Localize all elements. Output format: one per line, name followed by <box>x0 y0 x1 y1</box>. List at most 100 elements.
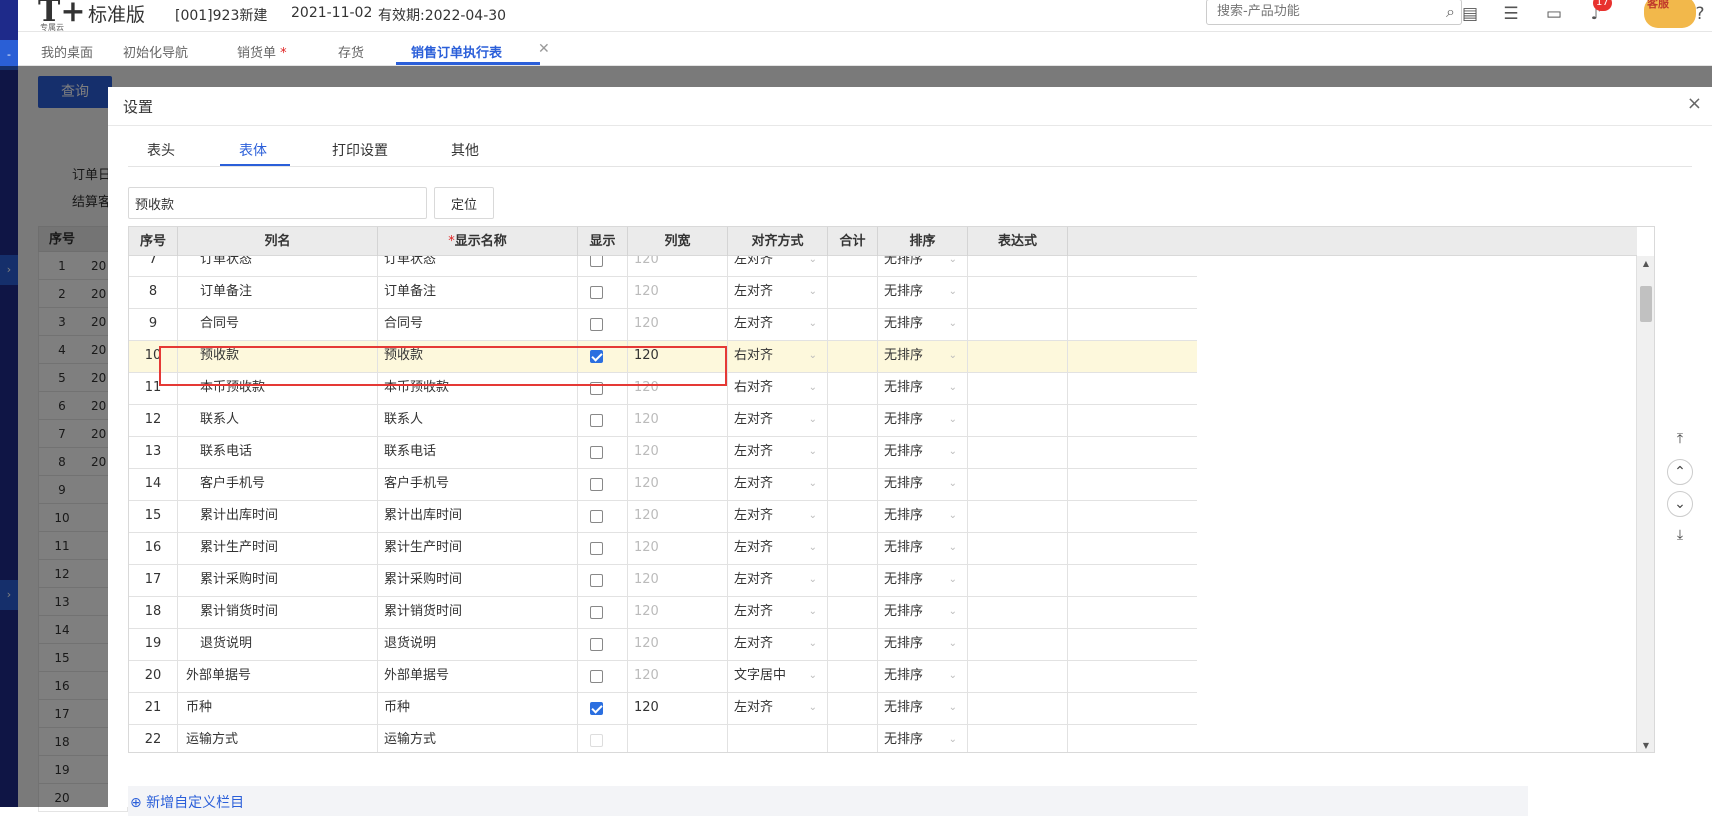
align-select[interactable]: 右对齐 ⌄ <box>728 373 828 405</box>
table-row[interactable]: 22 运输方式 运输方式 无排序 ⌄ <box>129 725 1197 752</box>
help-icon[interactable]: ? <box>1688 2 1712 26</box>
grid-scrollbar[interactable]: ▲ ▼ <box>1636 256 1654 752</box>
locate-button[interactable]: 定位 <box>434 187 494 219</box>
cell-expression[interactable] <box>968 309 1068 341</box>
align-select[interactable]: 左对齐 ⌄ <box>728 597 828 629</box>
cell-sum[interactable] <box>828 405 878 437</box>
cell-sum[interactable] <box>828 501 878 533</box>
cell-expression[interactable] <box>968 277 1068 309</box>
table-row[interactable]: 12 联系人 联系人 120 左对齐 ⌄ 无排序 ⌄ <box>129 405 1197 437</box>
cell-display-name[interactable]: 订单备注 <box>378 277 578 309</box>
show-checkbox[interactable] <box>590 670 603 683</box>
cell-display-name[interactable]: 联系电话 <box>378 437 578 469</box>
cell-display-name[interactable]: 客户手机号 <box>378 469 578 501</box>
cell-sum[interactable] <box>828 309 878 341</box>
show-checkbox[interactable] <box>590 286 603 299</box>
cell-width[interactable]: 120 <box>628 501 728 533</box>
scroll-up-arrow-icon[interactable]: ▲ <box>1637 259 1654 268</box>
table-row[interactable]: 21 币种 币种 120 左对齐 ⌄ 无排序 ⌄ <box>129 693 1197 725</box>
chevron-down-icon[interactable]: ⌄ <box>949 693 957 723</box>
cell-display-name[interactable]: 累计出库时间 <box>378 501 578 533</box>
cell-show[interactable] <box>578 693 628 725</box>
checklist-icon[interactable]: ☰ <box>1499 2 1523 26</box>
sort-select[interactable]: 无排序 ⌄ <box>878 437 968 469</box>
sort-select[interactable]: 无排序 ⌄ <box>878 469 968 501</box>
chevron-down-icon[interactable]: ⌄ <box>949 309 957 339</box>
cell-sum[interactable] <box>828 533 878 565</box>
chevron-down-icon[interactable]: ⌄ <box>809 341 817 371</box>
show-checkbox[interactable] <box>590 318 603 331</box>
scroll-thumb[interactable] <box>1640 286 1652 322</box>
align-select[interactable]: 左对齐 ⌄ <box>728 256 828 277</box>
cell-show[interactable] <box>578 725 628 752</box>
align-select[interactable]: 左对齐 ⌄ <box>728 629 828 661</box>
chevron-down-icon[interactable]: ⌄ <box>809 565 817 595</box>
chevron-down-icon[interactable]: ⌄ <box>949 725 957 752</box>
cell-sum[interactable] <box>828 597 878 629</box>
table-row[interactable]: 16 累计生产时间 累计生产时间 120 左对齐 ⌄ 无排序 ⌄ <box>129 533 1197 565</box>
cell-expression[interactable] <box>968 341 1068 373</box>
show-checkbox[interactable] <box>590 702 603 715</box>
cell-display-name[interactable]: 订单状态 <box>378 256 578 277</box>
chevron-down-icon[interactable]: ⌄ <box>949 533 957 563</box>
table-row[interactable]: 18 累计销货时间 累计销货时间 120 左对齐 ⌄ 无排序 ⌄ <box>129 597 1197 629</box>
cell-sum[interactable] <box>828 277 878 309</box>
account-name[interactable]: [001]923新建 <box>175 5 267 25</box>
cell-sum[interactable] <box>828 373 878 405</box>
table-row[interactable]: 20 外部单据号 外部单据号 120 文字居中 ⌄ 无排序 ⌄ <box>129 661 1197 693</box>
cell-sum[interactable] <box>828 725 878 752</box>
cell-expression[interactable] <box>968 256 1068 277</box>
cell-sum[interactable] <box>828 693 878 725</box>
chevron-down-icon[interactable]: ⌄ <box>809 693 817 723</box>
cell-sum[interactable] <box>828 565 878 597</box>
chevron-down-icon[interactable]: ⌄ <box>809 256 817 275</box>
search-box[interactable]: ⌕ <box>1206 0 1462 25</box>
cell-show[interactable] <box>578 469 628 501</box>
cell-show[interactable] <box>578 405 628 437</box>
cell-expression[interactable] <box>968 405 1068 437</box>
cell-show[interactable] <box>578 277 628 309</box>
align-select[interactable]: 左对齐 ⌄ <box>728 277 828 309</box>
cell-sum[interactable] <box>828 661 878 693</box>
show-checkbox[interactable] <box>590 542 603 555</box>
search-input[interactable] <box>1215 0 1425 22</box>
cell-expression[interactable] <box>968 437 1068 469</box>
chevron-down-icon[interactable]: ⌄ <box>949 597 957 627</box>
cell-expression[interactable] <box>968 469 1068 501</box>
cell-show[interactable] <box>578 309 628 341</box>
chevron-down-icon[interactable]: ⌄ <box>949 437 957 467</box>
calculator-icon[interactable]: ▤ <box>1458 2 1482 26</box>
show-checkbox[interactable] <box>590 638 603 651</box>
cell-show[interactable] <box>578 437 628 469</box>
chevron-down-icon[interactable]: ⌄ <box>949 501 957 531</box>
chevron-down-icon[interactable]: ⌄ <box>949 469 957 499</box>
cell-width[interactable] <box>628 725 728 752</box>
sort-select[interactable]: 无排序 ⌄ <box>878 373 968 405</box>
cell-display-name[interactable]: 退货说明 <box>378 629 578 661</box>
cell-width[interactable]: 120 <box>628 693 728 725</box>
cell-expression[interactable] <box>968 693 1068 725</box>
tab-body[interactable]: 表体 <box>239 140 267 160</box>
move-to-top-icon[interactable]: ⤒ <box>1667 427 1693 453</box>
cell-sum[interactable] <box>828 341 878 373</box>
tab-sales-invoice[interactable]: 销货单 * <box>237 42 287 61</box>
cell-width[interactable]: 120 <box>628 533 728 565</box>
close-icon[interactable]: ✕ <box>538 41 550 57</box>
align-select[interactable]: 左对齐 ⌄ <box>728 693 828 725</box>
chevron-down-icon[interactable]: ⌄ <box>949 256 957 275</box>
tab-desktop[interactable]: 我的桌面 <box>41 42 93 61</box>
chevron-down-icon[interactable]: ⌄ <box>809 405 817 435</box>
chevron-down-icon[interactable]: ⌄ <box>809 661 817 691</box>
cell-width[interactable]: 120 <box>628 277 728 309</box>
align-select[interactable]: 左对齐 ⌄ <box>728 437 828 469</box>
table-row[interactable]: 15 累计出库时间 累计出库时间 120 左对齐 ⌄ 无排序 ⌄ <box>129 501 1197 533</box>
chevron-down-icon[interactable]: ⌄ <box>809 501 817 531</box>
cell-expression[interactable] <box>968 597 1068 629</box>
cell-sum[interactable] <box>828 437 878 469</box>
sort-select[interactable]: 无排序 ⌄ <box>878 501 968 533</box>
align-select[interactable]: 左对齐 ⌄ <box>728 501 828 533</box>
cell-show[interactable] <box>578 256 628 277</box>
chevron-down-icon[interactable]: ⌄ <box>809 373 817 403</box>
table-row[interactable]: 8 订单备注 订单备注 120 左对齐 ⌄ 无排序 ⌄ <box>129 277 1197 309</box>
cell-display-name[interactable]: 合同号 <box>378 309 578 341</box>
